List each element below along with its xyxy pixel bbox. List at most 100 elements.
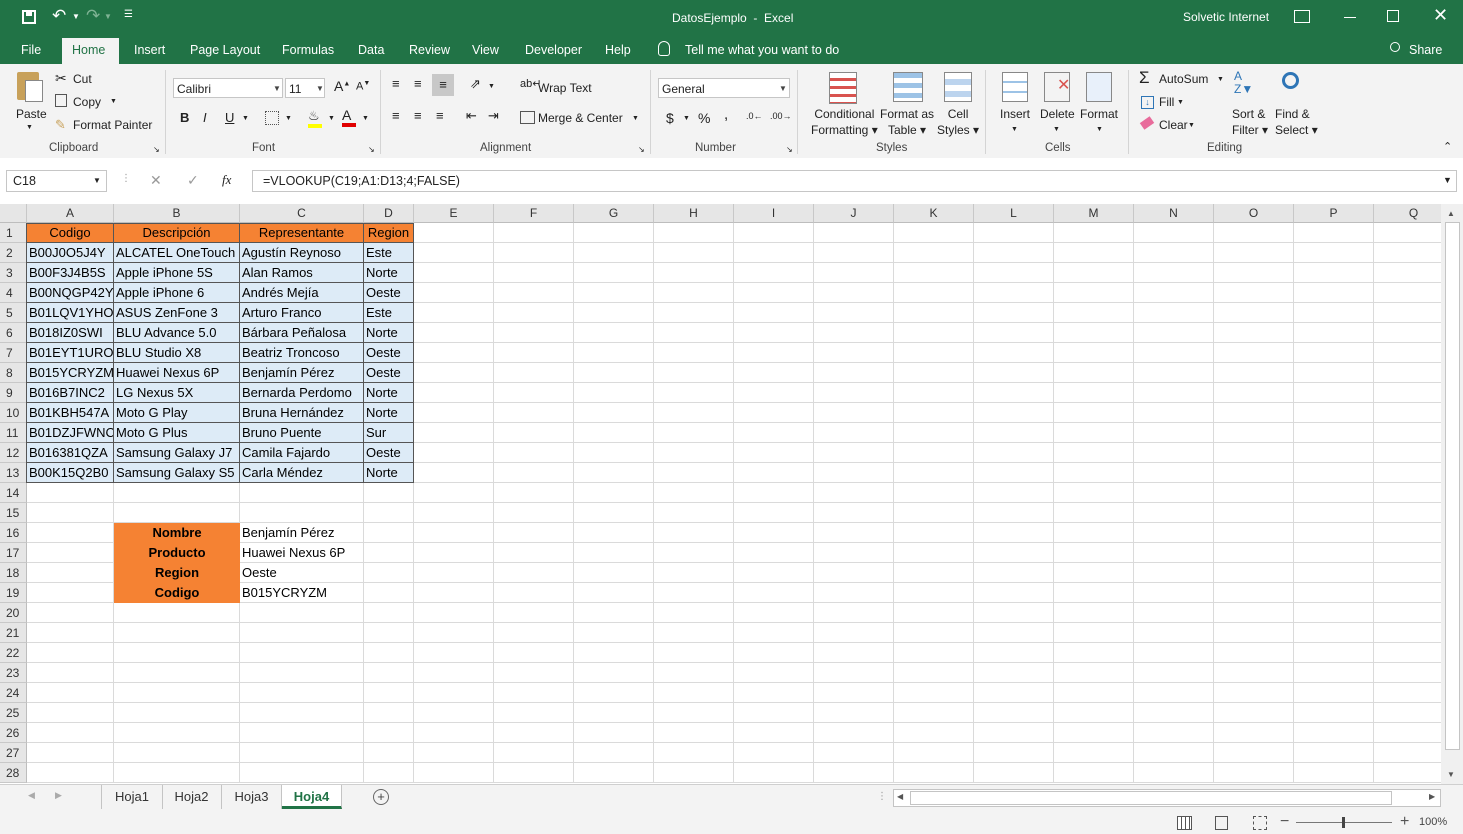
number-format-select[interactable]: General (658, 78, 790, 98)
table-cell[interactable]: Oeste (364, 343, 414, 363)
row-header[interactable]: 22 (0, 643, 27, 663)
expand-formula-bar-icon[interactable]: ▼ (1443, 175, 1452, 185)
table-cell[interactable]: Bruno Puente (240, 423, 364, 443)
table-header-cell[interactable]: Codigo (27, 223, 114, 243)
undo-icon[interactable]: ↶ (52, 6, 66, 26)
minimize-icon[interactable] (1344, 17, 1356, 18)
decrease-indent-icon[interactable]: ⇤ (466, 108, 477, 124)
select-all-corner[interactable] (0, 204, 27, 223)
horizontal-scrollbar[interactable]: ◀ ▶ (893, 789, 1441, 807)
alignment-launcher-icon[interactable]: ↘ (638, 145, 645, 154)
clear-dropdown-icon[interactable]: ▼ (1188, 122, 1195, 129)
share-button[interactable]: Share (1409, 43, 1442, 57)
font-size-dropdown-icon[interactable]: ▼ (316, 84, 324, 93)
redo-dropdown-icon[interactable]: ▼ (104, 12, 112, 21)
table-cell[interactable]: Apple iPhone 6 (114, 283, 240, 303)
table-cell[interactable]: Oeste (364, 443, 414, 463)
scroll-up-icon[interactable]: ▲ (1447, 209, 1455, 218)
row-header[interactable]: 1 (0, 223, 27, 243)
table-cell[interactable]: Norte (364, 263, 414, 283)
zoom-level[interactable]: 100% (1419, 816, 1447, 828)
column-header[interactable]: F (494, 204, 574, 223)
table-cell[interactable]: ALCATEL OneTouch (114, 243, 240, 263)
borders-dropdown-icon[interactable]: ▼ (285, 115, 292, 122)
row-header[interactable]: 18 (0, 563, 27, 583)
merge-center-button[interactable]: Merge & Center (538, 111, 623, 125)
sheet-tab-hoja2[interactable]: Hoja2 (162, 785, 222, 809)
save-icon[interactable] (22, 10, 36, 24)
column-header[interactable]: A (27, 204, 114, 223)
table-cell[interactable]: Oeste (364, 363, 414, 383)
delete-cells-button[interactable]: Delete (1040, 107, 1075, 121)
name-box[interactable]: C18 (6, 170, 107, 192)
merge-dropdown-icon[interactable]: ▼ (632, 115, 639, 122)
row-header[interactable]: 25 (0, 703, 27, 723)
table-cell[interactable]: Samsung Galaxy J7 (114, 443, 240, 463)
redo-icon[interactable]: ↷ (86, 6, 100, 26)
table-cell[interactable]: ASUS ZenFone 3 (114, 303, 240, 323)
column-header[interactable]: C (240, 204, 364, 223)
currency-button[interactable]: $ (666, 110, 674, 126)
column-header[interactable]: G (574, 204, 654, 223)
align-right-icon[interactable]: ≡ (436, 108, 444, 123)
row-header[interactable]: 13 (0, 463, 27, 483)
table-cell[interactable]: B01EYT1URO (27, 343, 114, 363)
table-cell[interactable]: Norte (364, 403, 414, 423)
table-cell[interactable]: Bárbara Peñalosa (240, 323, 364, 343)
table-cell[interactable]: B015YCRYZM (27, 363, 114, 383)
lookup-value[interactable]: Benjamín Pérez (240, 523, 364, 543)
table-cell[interactable]: Alan Ramos (240, 263, 364, 283)
insert-dropdown-icon[interactable]: ▼ (1011, 126, 1018, 133)
cancel-entry-icon[interactable]: ✕ (150, 172, 162, 189)
table-cell[interactable]: Samsung Galaxy S5 (114, 463, 240, 483)
prev-sheet-icon[interactable]: ◀ (28, 790, 35, 801)
row-header[interactable]: 12 (0, 443, 27, 463)
undo-dropdown-icon[interactable]: ▼ (72, 12, 80, 21)
user-name[interactable]: Solvetic Internet (1183, 10, 1269, 24)
table-cell[interactable]: Norte (364, 323, 414, 343)
name-box-dropdown-icon[interactable]: ▼ (93, 176, 101, 185)
column-header[interactable]: M (1054, 204, 1134, 223)
clear-button[interactable]: Clear (1159, 118, 1188, 132)
delete-dropdown-icon[interactable]: ▼ (1053, 126, 1060, 133)
tab-insert[interactable]: Insert (124, 36, 175, 64)
column-header[interactable]: P (1294, 204, 1374, 223)
fill-color-icon[interactable]: ♨ (308, 108, 322, 128)
row-header[interactable]: 27 (0, 743, 27, 763)
share-icon[interactable] (1390, 42, 1400, 52)
column-header[interactable]: K (894, 204, 974, 223)
table-cell[interactable]: BLU Advance 5.0 (114, 323, 240, 343)
increase-font-icon[interactable]: A▲ (334, 78, 350, 94)
table-cell[interactable]: B01LQV1YHO (27, 303, 114, 323)
tab-developer[interactable]: Developer (515, 36, 592, 64)
table-cell[interactable]: Este (364, 243, 414, 263)
fill-button[interactable]: Fill (1159, 95, 1174, 109)
align-center-icon[interactable]: ≡ (414, 108, 422, 123)
row-header[interactable]: 28 (0, 763, 27, 783)
cell-styles-button[interactable]: Cell Styles ▾ (937, 106, 979, 138)
autosum-dropdown-icon[interactable]: ▼ (1217, 76, 1224, 83)
align-top-icon[interactable]: ≡ (392, 76, 400, 91)
cut-button[interactable]: Cut (73, 72, 92, 86)
table-cell[interactable]: Bernarda Perdomo (240, 383, 364, 403)
tab-file[interactable]: File (11, 36, 51, 64)
table-cell[interactable]: Carla Méndez (240, 463, 364, 483)
conditional-formatting-button[interactable]: Conditional Formatting ▾ (811, 106, 878, 138)
table-header-cell[interactable]: Region (364, 223, 414, 243)
format-dropdown-icon[interactable]: ▼ (1096, 126, 1103, 133)
tab-view[interactable]: View (462, 36, 509, 64)
horizontal-scroll-thumb[interactable] (910, 791, 1392, 805)
collapse-ribbon-icon[interactable]: ⌃ (1443, 140, 1452, 153)
tab-help[interactable]: Help (595, 36, 641, 64)
table-cell[interactable]: Arturo Franco (240, 303, 364, 323)
orientation-icon[interactable]: ⇗ (470, 76, 481, 92)
align-bottom-icon[interactable]: ≡ (432, 74, 454, 96)
row-header[interactable]: 26 (0, 723, 27, 743)
format-as-table-button[interactable]: Format as Table ▾ (880, 106, 934, 138)
column-header[interactable]: Q (1374, 204, 1441, 223)
table-cell[interactable]: B01KBH547A (27, 403, 114, 423)
table-cell[interactable]: B016381QZA (27, 443, 114, 463)
tab-home[interactable]: Home (62, 38, 119, 64)
zoom-in-icon[interactable]: + (1400, 813, 1409, 831)
table-header-cell[interactable]: Descripción (114, 223, 240, 243)
